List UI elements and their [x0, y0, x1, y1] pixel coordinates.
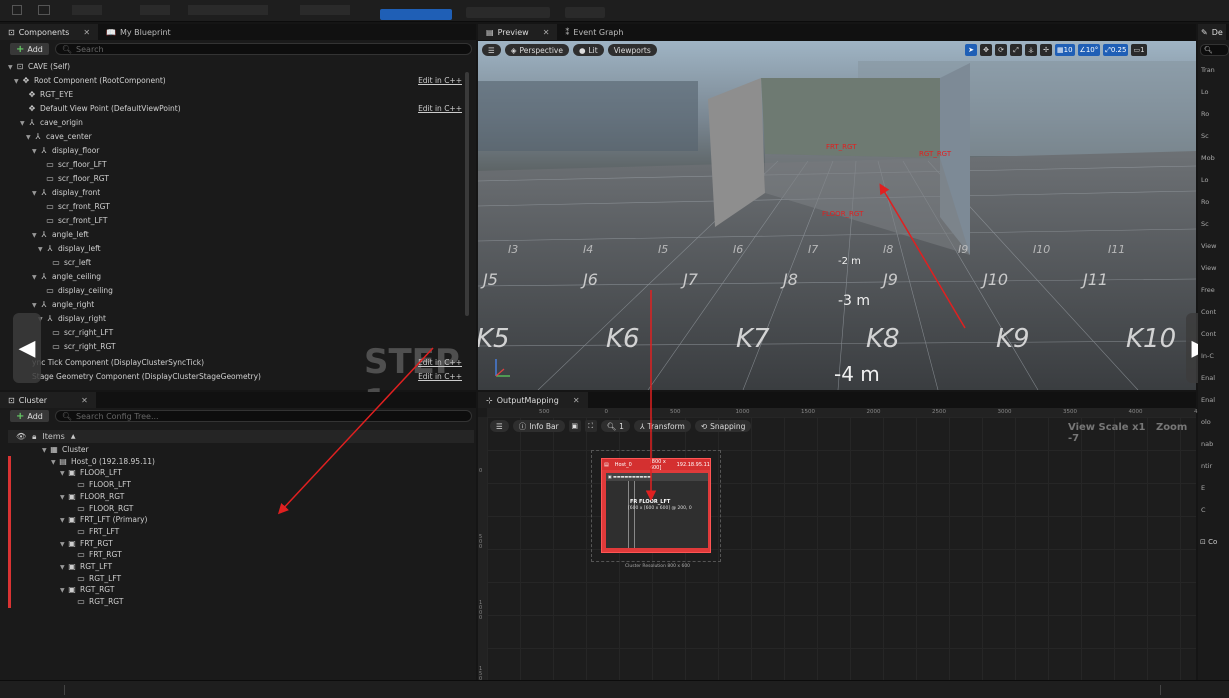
annotation-arrow — [879, 183, 966, 329]
annotation-overlay — [277, 183, 966, 515]
annotation-arrow — [277, 347, 434, 515]
